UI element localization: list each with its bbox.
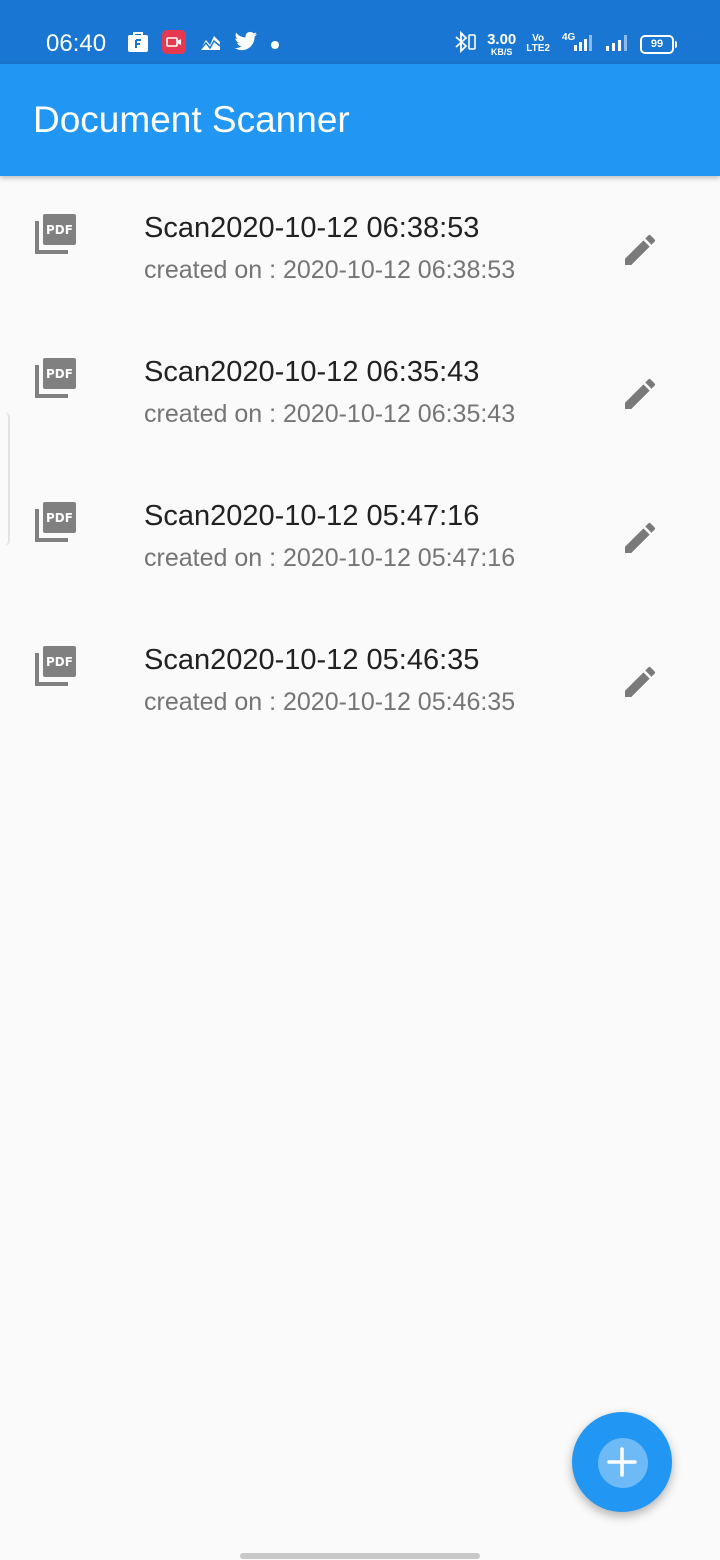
network-type-label: 4G [562, 32, 576, 43]
pdf-icon: PDF [34, 212, 78, 256]
scroll-indicator [0, 412, 10, 546]
add-scan-button[interactable] [572, 1412, 672, 1512]
pdf-icon: PDF [34, 644, 78, 688]
network-speed-value: 3.00 [487, 30, 517, 48]
signal-4g-icon: 4G [560, 30, 594, 58]
edit-icon [620, 662, 660, 702]
document-created-date: created on : 2020-10-12 05:47:16 [144, 544, 516, 572]
document-title: Scan2020-10-12 06:35:43 [144, 356, 480, 388]
document-title: Scan2020-10-12 05:47:16 [144, 500, 480, 532]
svg-text:PDF: PDF [46, 223, 73, 237]
network-speed-unit: KB/S [490, 46, 513, 57]
volte-bottom-label: LTE2 [526, 43, 550, 54]
document-list: PDF Scan2020-10-12 06:38:53 created on :… [0, 176, 720, 752]
volte-indicator: Vo LTE2 [526, 34, 550, 54]
document-title: Scan2020-10-12 05:46:35 [144, 644, 480, 676]
app-title: Document Scanner [33, 99, 350, 140]
screen-record-icon [162, 30, 186, 58]
document-list-item[interactable]: PDF Scan2020-10-12 05:46:35 created on :… [0, 608, 720, 752]
twitter-icon [234, 31, 258, 57]
pdf-icon: PDF [34, 500, 78, 544]
add-icon [606, 1446, 638, 1478]
document-created-date: created on : 2020-10-12 06:38:53 [144, 256, 516, 284]
edit-icon [620, 518, 660, 558]
pdf-icon: PDF [34, 356, 78, 400]
document-title: Scan2020-10-12 06:38:53 [144, 212, 480, 244]
notification-dot-icon [270, 35, 280, 54]
bluetooth-icon [451, 30, 477, 58]
document-list-item[interactable]: PDF Scan2020-10-12 05:47:16 created on :… [0, 464, 720, 608]
svg-text:PDF: PDF [46, 367, 73, 381]
document-created-date: created on : 2020-10-12 06:35:43 [144, 400, 516, 428]
app-bar: Document Scanner [0, 64, 720, 176]
document-list-item[interactable]: PDF Scan2020-10-12 06:35:43 created on :… [0, 320, 720, 464]
gesture-navigation-bar[interactable] [240, 1553, 480, 1559]
network-speed: 3.00 KB/S [487, 32, 516, 57]
status-time: 06:40 [46, 30, 107, 57]
svg-text:PDF: PDF [46, 655, 73, 669]
stocks-app-icon [198, 30, 222, 58]
document-created-date: created on : 2020-10-12 05:46:35 [144, 688, 516, 716]
notification-icons [126, 30, 280, 58]
system-icons: 3.00 KB/S Vo LTE2 4G 99 [451, 30, 677, 58]
status-bar: 06:40 3.00 KB/S Vo LTE2 4G 99 [0, 0, 720, 64]
edit-button[interactable] [612, 654, 668, 710]
edit-icon [620, 374, 660, 414]
edit-button[interactable] [612, 366, 668, 422]
document-list-item[interactable]: PDF Scan2020-10-12 06:38:53 created on :… [0, 176, 720, 320]
svg-text:PDF: PDF [46, 511, 73, 525]
edit-button[interactable] [612, 222, 668, 278]
edit-button[interactable] [612, 510, 668, 566]
document-scanner-screen: 06:40 3.00 KB/S Vo LTE2 4G 99 Document S… [0, 0, 720, 1560]
battery-indicator: 99 [640, 34, 677, 54]
signal-sim2-icon [604, 30, 630, 58]
edit-icon [620, 230, 660, 270]
flipkart-bag-icon [126, 30, 150, 58]
